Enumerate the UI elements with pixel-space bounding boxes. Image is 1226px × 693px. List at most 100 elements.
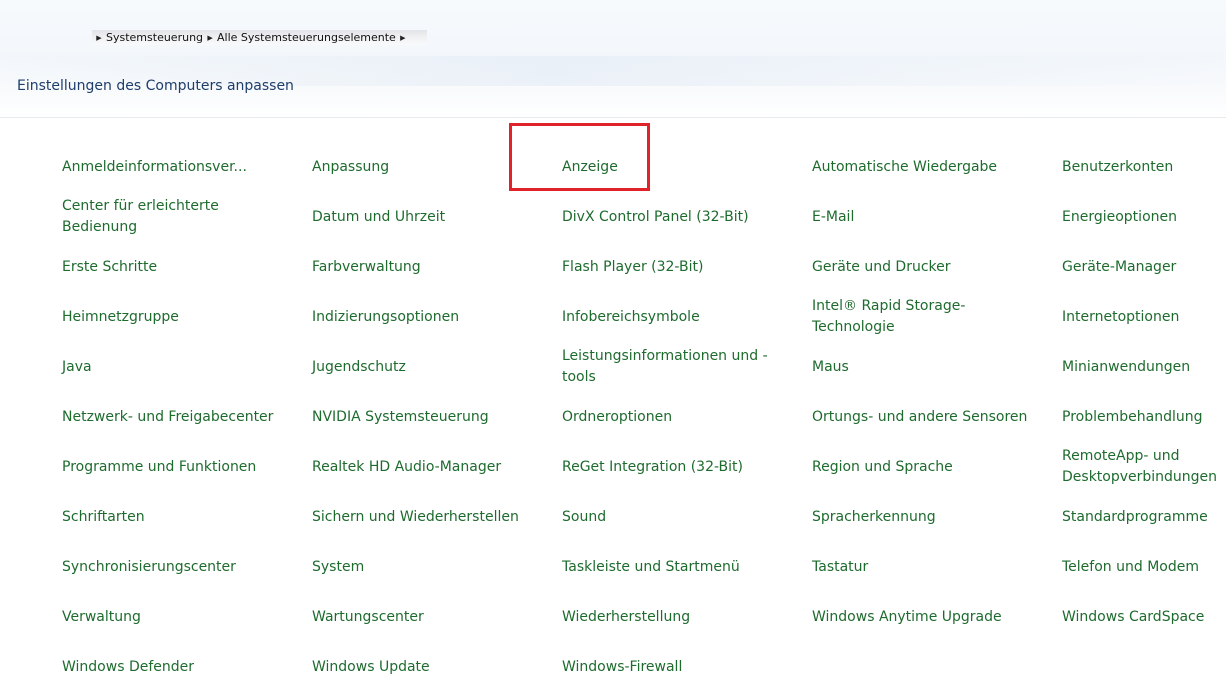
control-panel-item[interactable]: NVIDIA Systemsteuerung bbox=[312, 392, 542, 442]
control-panel-item[interactable]: Taskleiste und Startmenü bbox=[562, 542, 792, 592]
control-panel-item-label: Spracherkennung bbox=[812, 508, 936, 525]
control-panel-item[interactable]: Geräte-Manager bbox=[1062, 242, 1226, 292]
control-panel-item-label: Programme und Funktionen bbox=[62, 458, 257, 475]
control-panel-item-label: Anpassung bbox=[312, 158, 390, 175]
control-panel-item[interactable]: Java bbox=[62, 342, 292, 392]
control-panel-item-label: Indizierungsoptionen bbox=[312, 308, 460, 325]
control-panel-item[interactable]: Problembehandlung bbox=[1062, 392, 1226, 442]
control-panel-item-label: System bbox=[312, 558, 365, 575]
breadcrumb[interactable]: ▶ Systemsteuerung ▶ Alle Systemsteuerung… bbox=[92, 30, 427, 45]
breadcrumb-item-systemsteuerung[interactable]: Systemsteuerung bbox=[106, 31, 203, 44]
control-panel-item[interactable]: Wartungscenter bbox=[312, 592, 542, 642]
control-panel-item[interactable]: Benutzerkonten bbox=[1062, 142, 1226, 192]
control-panel-item[interactable]: Spracherkennung bbox=[812, 492, 1042, 542]
control-panel-item[interactable]: Flash Player (32-Bit) bbox=[562, 242, 792, 292]
control-panel-item-label: Wartungscenter bbox=[312, 608, 424, 625]
control-panel-item[interactable]: Windows CardSpace bbox=[1062, 592, 1226, 642]
control-panel-item-label: Jugendschutz bbox=[312, 358, 406, 375]
control-panel-item[interactable]: DivX Control Panel (32-Bit) bbox=[562, 192, 792, 242]
control-panel-item-label: Heimnetzgruppe bbox=[62, 308, 179, 325]
control-panel-item-label: Erste Schritte bbox=[62, 258, 158, 275]
control-panel-item-label: Infobereichsymbole bbox=[562, 308, 700, 325]
control-panel-item[interactable]: Minianwendungen bbox=[1062, 342, 1226, 392]
control-panel-item[interactable]: Windows Anytime Upgrade bbox=[812, 592, 1042, 642]
control-panel-item[interactable]: Sound bbox=[562, 492, 792, 542]
control-panel-item[interactable]: Verwaltung bbox=[62, 592, 292, 642]
control-panel-item[interactable]: Heimnetzgruppe bbox=[62, 292, 292, 342]
control-panel-item[interactable]: Region und Sprache bbox=[812, 442, 1042, 492]
divider bbox=[0, 117, 1226, 118]
control-panel-item-label: Ordneroptionen bbox=[562, 408, 673, 425]
control-panel-item[interactable]: Synchronisierungscenter bbox=[62, 542, 292, 592]
control-panel-item[interactable]: Realtek HD Audio-Manager bbox=[312, 442, 542, 492]
control-panel-item-label: Taskleiste und Startmenü bbox=[562, 558, 740, 575]
control-panel-item[interactable]: System bbox=[312, 542, 542, 592]
control-panel-item[interactable]: Windows-Firewall bbox=[562, 642, 792, 692]
control-panel-item-label: DivX Control Panel (32-Bit) bbox=[562, 208, 749, 225]
control-panel-item[interactable]: Tastatur bbox=[812, 542, 1042, 592]
control-panel-item[interactable]: ReGet Integration (32-Bit) bbox=[562, 442, 792, 492]
control-panel-item[interactable]: Geräte und Drucker bbox=[812, 242, 1042, 292]
control-panel-item[interactable]: Telefon und Modem bbox=[1062, 542, 1226, 592]
control-panel-item-label: RemoteApp- und Desktopverbindungen bbox=[1062, 448, 1218, 485]
control-panel-item-label: Windows Update bbox=[312, 658, 430, 675]
control-panel-item-label: Anmeldeinformationsver... bbox=[62, 158, 247, 175]
chevron-right-icon[interactable]: ▶ bbox=[396, 34, 410, 42]
control-panel-item[interactable]: E-Mail bbox=[812, 192, 1042, 242]
control-panel-item-label: ReGet Integration (32-Bit) bbox=[562, 458, 743, 475]
control-panel-item-label: Region und Sprache bbox=[812, 458, 953, 475]
control-panel-item[interactable]: Windows Defender bbox=[62, 642, 292, 692]
control-panel-item[interactable]: Windows Update bbox=[312, 642, 542, 692]
control-panel-item[interactable]: Datum und Uhrzeit bbox=[312, 192, 542, 242]
control-panel-item[interactable]: Schriftarten bbox=[62, 492, 292, 542]
control-panel-item-label: Automatische Wiedergabe bbox=[812, 158, 998, 175]
breadcrumb-item-alle-elemente[interactable]: Alle Systemsteuerungselemente bbox=[217, 31, 396, 44]
control-panel-item[interactable]: Netzwerk- und Freigabecenter bbox=[62, 392, 292, 442]
control-panel-item[interactable]: Standardprogramme bbox=[1062, 492, 1226, 542]
control-panel-item[interactable]: RemoteApp- und Desktopverbindungen bbox=[1062, 442, 1226, 492]
control-panel-item[interactable]: Jugendschutz bbox=[312, 342, 542, 392]
control-panel-item-label: Leistungsinformationen und -tools bbox=[562, 348, 768, 385]
control-panel-item-label: Datum und Uhrzeit bbox=[312, 208, 446, 225]
control-panel-item[interactable]: Leistungsinformationen und -tools bbox=[562, 342, 792, 392]
chevron-right-icon[interactable]: ▶ bbox=[203, 34, 217, 42]
control-panel-item[interactable]: Anzeige bbox=[562, 142, 792, 192]
control-panel-item-label: Schriftarten bbox=[62, 508, 145, 525]
control-panel-item-label: Farbverwaltung bbox=[312, 258, 421, 275]
control-panel-item-label: Sound bbox=[562, 508, 607, 525]
control-panel-item[interactable]: Anpassung bbox=[312, 142, 542, 192]
control-panel-item-label: Geräte-Manager bbox=[1062, 258, 1177, 275]
control-panel-item-label: Minianwendungen bbox=[1062, 358, 1191, 375]
control-panel-item[interactable]: Automatische Wiedergabe bbox=[812, 142, 1042, 192]
control-panel-item-label: E-Mail bbox=[812, 208, 855, 225]
control-panel-item[interactable]: Ordneroptionen bbox=[562, 392, 792, 442]
control-panel-item-label: Benutzerkonten bbox=[1062, 158, 1174, 175]
control-panel-item-label: Maus bbox=[812, 358, 849, 375]
control-panel-item[interactable]: Intel® Rapid Storage-Technologie bbox=[812, 292, 1042, 342]
control-panel-item-label: Windows CardSpace bbox=[1062, 608, 1205, 625]
control-panel-item-label: Synchronisierungscenter bbox=[62, 558, 236, 575]
control-panel-item[interactable]: Maus bbox=[812, 342, 1042, 392]
control-panel-item[interactable]: Erste Schritte bbox=[62, 242, 292, 292]
control-panel-item[interactable]: Infobereichsymbole bbox=[562, 292, 792, 342]
control-panel-item-label: Tastatur bbox=[812, 558, 869, 575]
control-panel-item-label: Windows Defender bbox=[62, 658, 195, 675]
control-panel-item-label: Geräte und Drucker bbox=[812, 258, 951, 275]
control-panel-item-label: Flash Player (32-Bit) bbox=[562, 258, 704, 275]
control-panel-item[interactable]: Wiederherstellung bbox=[562, 592, 792, 642]
control-panel-item[interactable]: Center für erleichterte Bedienung bbox=[62, 192, 292, 242]
page-title: Einstellungen des Computers anpassen bbox=[17, 78, 294, 94]
control-panel-item[interactable]: Anmeldeinformationsver... bbox=[62, 142, 292, 192]
control-panel-item[interactable]: Indizierungsoptionen bbox=[312, 292, 542, 342]
control-panel-item[interactable]: Farbverwaltung bbox=[312, 242, 542, 292]
control-panel-item[interactable]: Ortungs- und andere Sensoren bbox=[812, 392, 1042, 442]
control-panel-item[interactable]: Sichern und Wiederherstellen bbox=[312, 492, 542, 542]
control-panel-item-label: Center für erleichterte Bedienung bbox=[62, 198, 219, 235]
control-panel-item[interactable]: Internetoptionen bbox=[1062, 292, 1226, 342]
control-panel-item-label: Telefon und Modem bbox=[1062, 558, 1199, 575]
chevron-right-icon[interactable]: ▶ bbox=[92, 34, 106, 42]
control-panel-item-label: Intel® Rapid Storage-Technologie bbox=[812, 298, 966, 335]
control-panel-item[interactable]: Programme und Funktionen bbox=[62, 442, 292, 492]
control-panel-item-label: Java bbox=[62, 358, 92, 375]
control-panel-item[interactable]: Energieoptionen bbox=[1062, 192, 1226, 242]
